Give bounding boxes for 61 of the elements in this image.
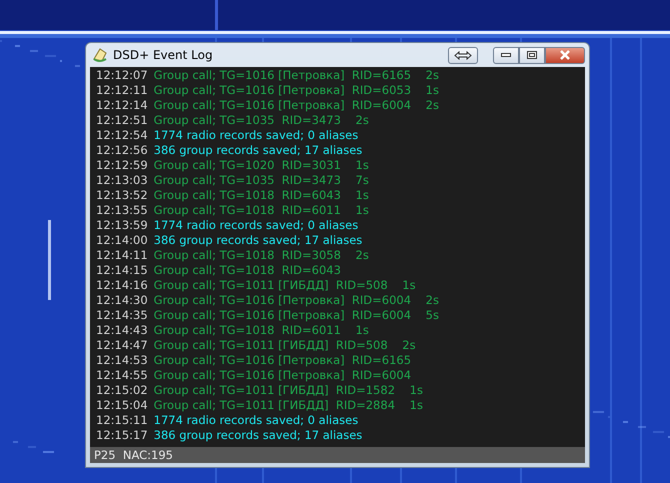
log-message: 1774 radio records saved; 0 aliases xyxy=(154,128,358,143)
status-text: P25 NAC:195 xyxy=(94,448,174,462)
log-message: Group call; TG=1011 [ГИБДД] RID=508 1s xyxy=(154,278,416,293)
log-time: 12:12:54 xyxy=(96,128,148,143)
log-message: Group call; TG=1011 [ГИБДД] RID=508 2s xyxy=(154,338,416,353)
log-time: 12:12:56 xyxy=(96,143,148,158)
log-message: 386 group records saved; 17 aliases xyxy=(154,428,362,443)
log-message: Group call; TG=1020 RID=3031 1s xyxy=(154,158,369,173)
log-message: Group call; TG=1016 [Петровка] RID=6053 1s xyxy=(154,83,439,98)
close-icon xyxy=(559,50,571,60)
app-icon xyxy=(92,47,108,63)
log-time: 12:14:11 xyxy=(96,248,148,263)
double-arrow-icon xyxy=(454,50,472,60)
log-message: Group call; TG=1018 RID=6043 xyxy=(154,263,341,278)
log-message: 1774 radio records saved; 0 aliases xyxy=(154,413,358,428)
log-time: 12:14:16 xyxy=(96,278,148,293)
log-time: 12:14:00 xyxy=(96,233,148,248)
log-time: 12:12:59 xyxy=(96,158,148,173)
log-message: Group call; TG=1035 RID=3473 2s xyxy=(154,113,369,128)
log-message: 386 group records saved; 17 aliases xyxy=(154,233,362,248)
log-message: Group call; TG=1035 RID=3473 7s xyxy=(154,173,369,188)
log-message: Group call; TG=1018 RID=3058 2s xyxy=(154,248,369,263)
log-time: 12:13:55 xyxy=(96,203,148,218)
minimize-icon xyxy=(501,53,511,57)
log-time: 12:12:07 xyxy=(96,68,148,83)
log-message: Group call; TG=1016 [Петровка] RID=6004 2s xyxy=(154,98,439,113)
resize-button[interactable] xyxy=(448,46,478,64)
log-time: 12:14:30 xyxy=(96,293,148,308)
log-message: Group call; TG=1016 [Петровка] RID=6165 2s xyxy=(154,68,439,83)
log-message: 386 group records saved; 17 aliases xyxy=(154,143,362,158)
log-time: 12:14:53 xyxy=(96,353,148,368)
log-message: Group call; TG=1018 RID=6043 1s xyxy=(154,188,369,203)
log-time: 12:15:02 xyxy=(96,383,148,398)
log-time: 12:14:47 xyxy=(96,338,148,353)
log-message: Group call; TG=1011 [ГИБДД] RID=1582 1s xyxy=(154,383,423,398)
log-time: 12:14:35 xyxy=(96,308,148,323)
log-time: 12:14:55 xyxy=(96,368,148,383)
log-message: Group call; TG=1016 [Петровка] RID=6165 xyxy=(154,353,412,368)
log-time: 12:15:11 xyxy=(96,413,148,428)
log-time: 12:13:52 xyxy=(96,188,148,203)
minimize-button[interactable] xyxy=(493,46,519,64)
log-time: 12:13:03 xyxy=(96,173,148,188)
log-time: 12:12:14 xyxy=(96,98,148,113)
log-message: Group call; TG=1016 [Петровка] RID=6004 2s xyxy=(154,293,439,308)
maximize-icon xyxy=(527,51,537,59)
log-message: Group call; TG=1016 [Петровка] RID=6004 5s xyxy=(154,308,439,323)
log-time: 12:14:43 xyxy=(96,323,148,338)
maximize-button[interactable] xyxy=(519,46,545,64)
log-time: 12:12:11 xyxy=(96,83,148,98)
window-title: DSD+ Event Log xyxy=(113,48,214,62)
log-time: 12:15:17 xyxy=(96,428,148,443)
log-message: Group call; TG=1018 RID=6011 1s xyxy=(154,203,369,218)
close-button[interactable] xyxy=(545,46,585,64)
log-message: Group call; TG=1016 [Петровка] RID=6004 xyxy=(154,368,412,383)
log-time: 12:13:59 xyxy=(96,218,148,233)
log-message: Group call; TG=1011 [ГИБДД] RID=2884 1s xyxy=(154,398,423,413)
log-time: 12:14:15 xyxy=(96,263,148,278)
log-message: Group call; TG=1018 RID=6011 1s xyxy=(154,323,369,338)
log-time: 12:12:51 xyxy=(96,113,148,128)
log-time: 12:15:04 xyxy=(96,398,148,413)
log-message: 1774 radio records saved; 0 aliases xyxy=(154,218,358,233)
